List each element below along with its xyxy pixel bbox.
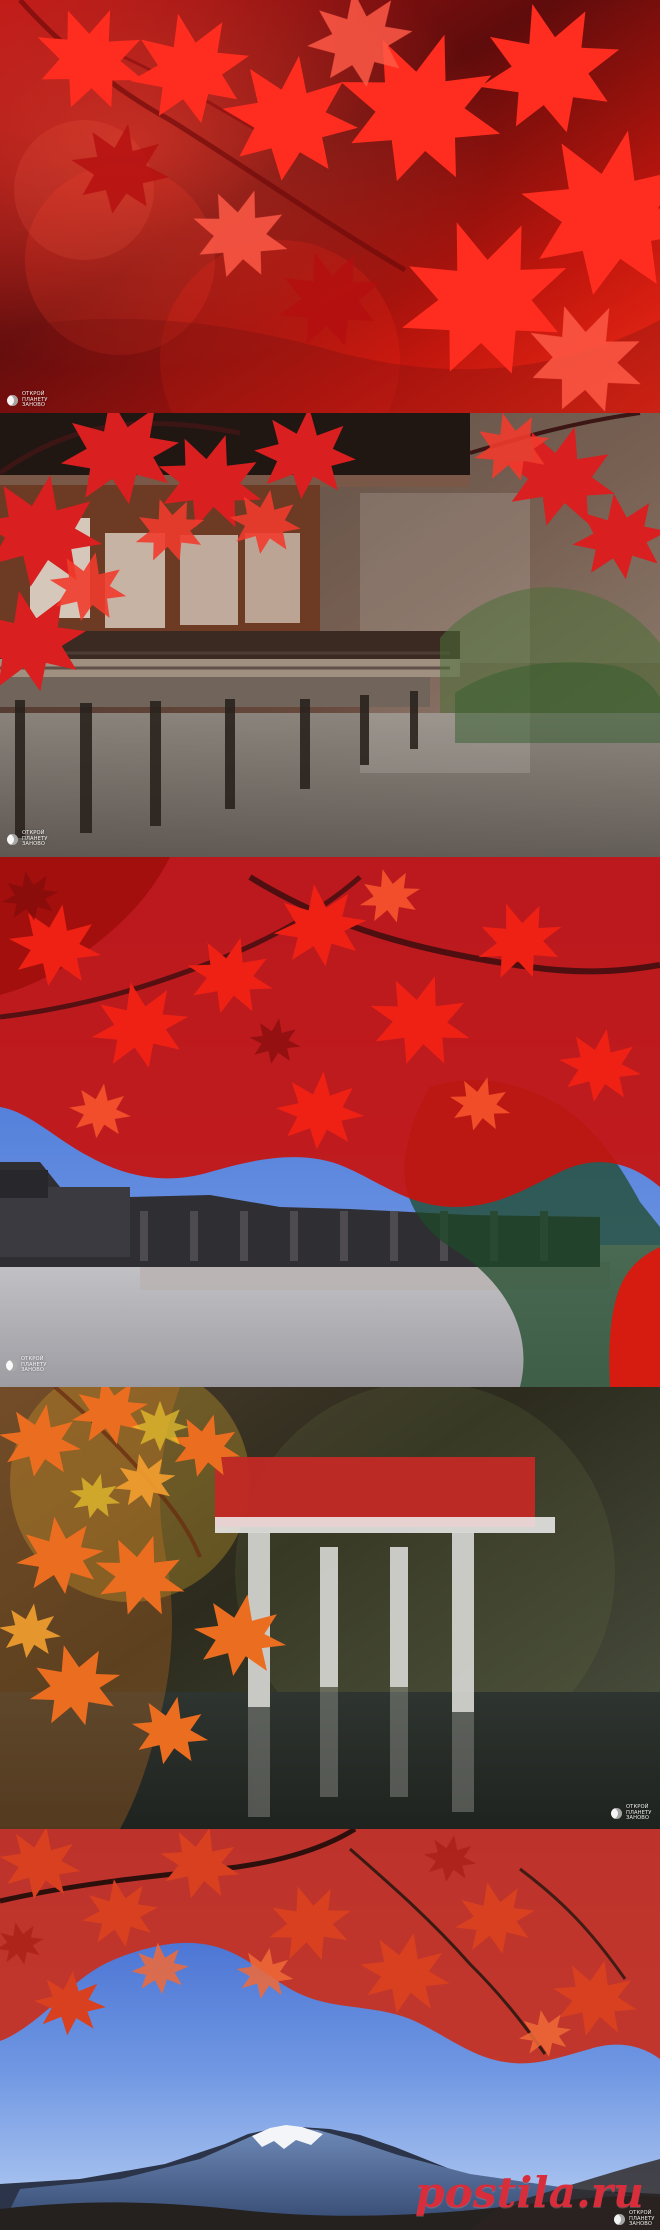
planet-logo-icon	[6, 1359, 17, 1371]
postila-watermark: postila .ru	[415, 2168, 644, 2217]
watermark-photo-2: ОТКРОЙ ПЛАНЕТУ ЗАНОВО	[7, 830, 48, 848]
watermark-line-3: ЗАНОВО	[22, 841, 46, 848]
planet-logo-icon	[611, 1807, 622, 1819]
photo-temple-veranda-image	[0, 413, 660, 857]
photo-temple-veranda: ОТКРОЙ ПЛАНЕТУ ЗАНОВО	[0, 413, 660, 857]
postila-tld: .ru	[576, 2168, 644, 2217]
watermark-photo-1: ОТКРОЙ ПЛАНЕТУ ЗАНОВО	[7, 391, 48, 409]
photo-maple-over-wall-image	[0, 857, 660, 1387]
planet-logo-icon	[7, 833, 18, 845]
postila-name: postila	[415, 2168, 577, 2217]
photo-maple-over-wall: ОТКРОЙ ПЛАНЕТУ ЗАНОВО	[0, 857, 660, 1387]
autumn-photo-collage: ОТКРОЙ ПЛАНЕТУ ЗАНОВО ОТКРОЙ ПЛАНЕТУ ЗАН…	[0, 0, 660, 2230]
watermark-line-3: ЗАНОВО	[629, 2221, 653, 2228]
watermark-line-3: ЗАНОВО	[626, 1815, 650, 1822]
photo-red-maple-closeup: ОТКРОЙ ПЛАНЕТУ ЗАНОВО	[0, 0, 660, 413]
watermark-line-3: ЗАНОВО	[22, 402, 46, 409]
watermark-photo-4: ОТКРОЙ ПЛАНЕТУ ЗАНОВО	[611, 1804, 652, 1822]
photo-bridge-reflection: ОТКРОЙ ПЛАНЕТУ ЗАНОВО	[0, 1387, 660, 1829]
watermark-line-3: ЗАНОВО	[21, 1367, 45, 1374]
planet-logo-icon	[7, 394, 18, 406]
watermark-photo-3: ОТКРОЙ ПЛАНЕТУ ЗАНОВО	[6, 1356, 47, 1374]
photo-bridge-reflection-image	[0, 1387, 660, 1829]
photo-red-maple-closeup-image	[0, 0, 660, 413]
